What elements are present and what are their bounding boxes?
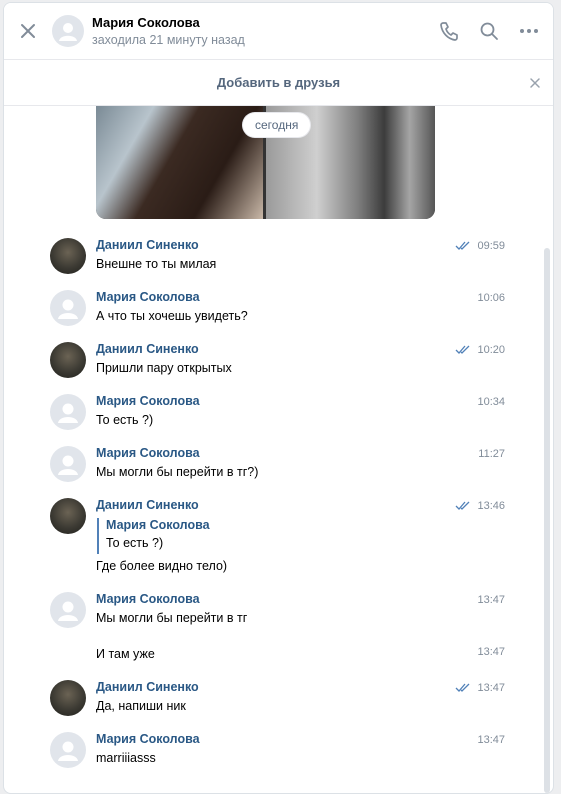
message-time: 13:47 (477, 734, 505, 746)
close-icon[interactable] (529, 76, 541, 88)
phone-icon[interactable] (438, 20, 460, 42)
message-text: А что ты хочешь увидеть? (96, 309, 248, 323)
chat-title[interactable]: Мария Соколова (92, 15, 200, 30)
message-sender[interactable]: Мария Соколова (96, 290, 200, 304)
date-separator: сегодня (243, 113, 311, 137)
reply-sender[interactable]: Мария Соколова (106, 518, 210, 532)
photo-image[interactable] (96, 106, 263, 219)
message-text: Мы могли бы перейти в тг?) (96, 465, 259, 479)
message-time: 09:59 (477, 240, 505, 252)
reply-quote-bar (97, 518, 99, 554)
message-time: 13:46 (477, 500, 505, 512)
avatar[interactable] (50, 498, 86, 534)
message-time: 11:27 (478, 448, 505, 460)
add-friend-button[interactable]: Добавить в друзья (4, 75, 553, 90)
last-seen-status: заходила 21 минуту назад (92, 33, 245, 47)
message-text: Мы могли бы перейти в тг (96, 611, 248, 625)
avatar[interactable] (50, 446, 86, 482)
message-text: Да, напиши ник (96, 699, 186, 713)
avatar[interactable] (52, 15, 84, 47)
avatar[interactable] (50, 394, 86, 430)
avatar[interactable] (50, 342, 86, 378)
message-time: 13:47 (477, 646, 505, 658)
reply-text[interactable]: То есть ?) (106, 536, 163, 550)
message-sender[interactable]: Мария Соколова (96, 732, 200, 746)
avatar[interactable] (50, 732, 86, 768)
message-sender[interactable]: Даниил Синенко (96, 680, 199, 694)
message-text: Где более видно тело) (96, 559, 228, 573)
message-sender[interactable]: Даниил Синенко (96, 342, 199, 356)
message-time: 13:47 (477, 594, 505, 606)
message-sender[interactable]: Мария Соколова (96, 592, 200, 606)
search-icon[interactable] (478, 20, 500, 42)
message-sender[interactable]: Даниил Синенко (96, 498, 199, 512)
avatar[interactable] (50, 238, 86, 274)
chat-panel: Мария Соколова заходила 21 минуту назад … (3, 2, 554, 794)
read-checkmark-icon (455, 241, 470, 250)
message-time: 13:47 (477, 682, 505, 694)
read-checkmark-icon (455, 345, 470, 354)
message-text: И там уже (96, 647, 155, 661)
avatar[interactable] (50, 592, 86, 628)
message-text: Внешне то ты милая (96, 257, 217, 271)
read-checkmark-icon (455, 501, 470, 510)
message-text: marriiiasss (96, 751, 156, 765)
message-time: 10:06 (477, 292, 505, 304)
scrollbar[interactable] (544, 248, 550, 793)
message-sender[interactable]: Мария Соколова (96, 394, 200, 408)
message-text: Пришли пару открытых (96, 361, 232, 375)
message-sender[interactable]: Мария Соколова (96, 446, 200, 460)
message-sender[interactable]: Даниил Синенко (96, 238, 199, 252)
read-checkmark-icon (455, 683, 470, 692)
message-time: 10:20 (477, 344, 505, 356)
avatar[interactable] (50, 680, 86, 716)
add-friend-bar: Добавить в друзья (4, 60, 553, 106)
chat-header: Мария Соколова заходила 21 минуту назад (4, 3, 553, 60)
avatar[interactable] (50, 290, 86, 326)
message-time: 10:34 (477, 396, 505, 408)
more-icon[interactable] (518, 20, 540, 42)
message-text: То есть ?) (96, 413, 154, 427)
close-icon[interactable] (18, 21, 38, 41)
